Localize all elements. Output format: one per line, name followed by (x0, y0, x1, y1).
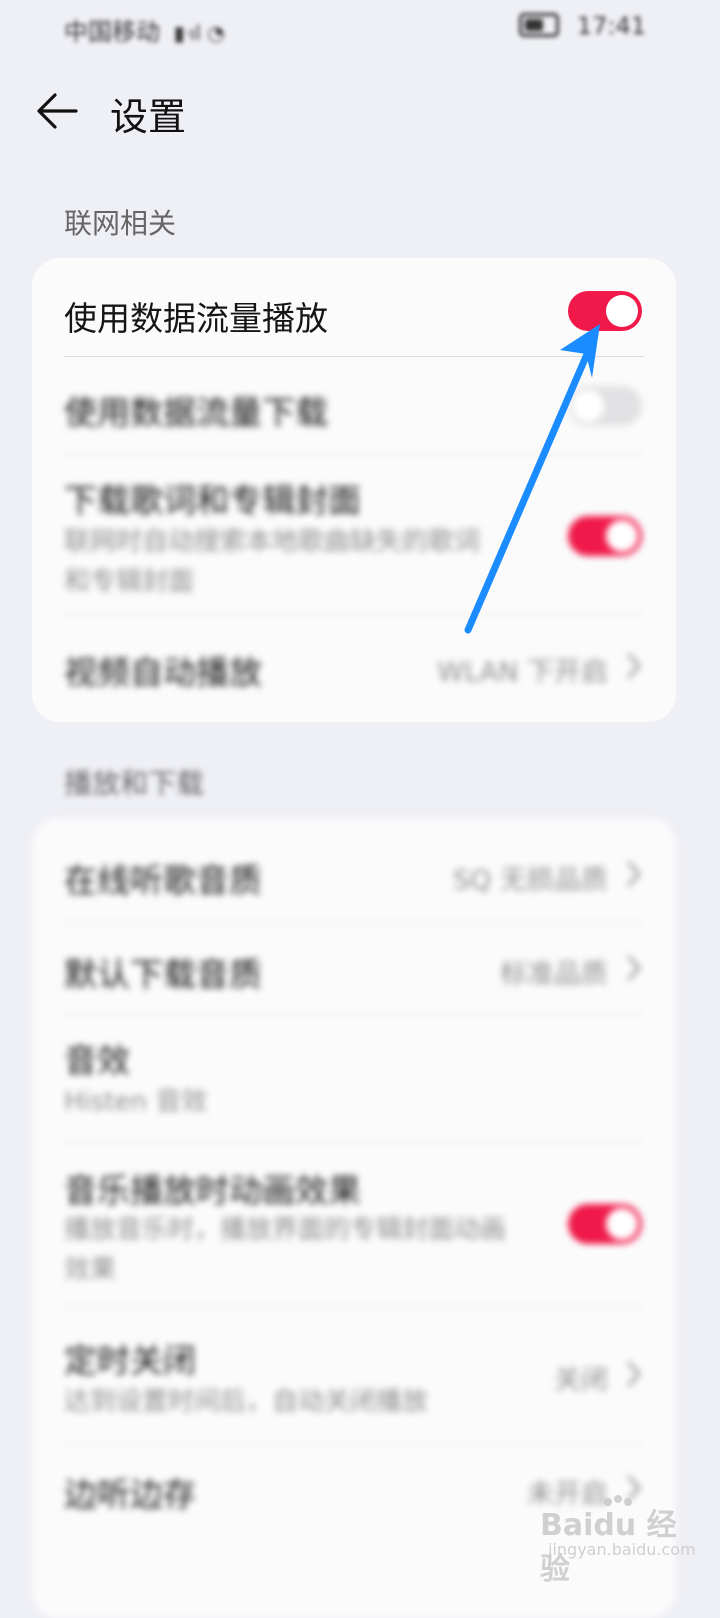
setting-label: 视频自动播放 (64, 653, 262, 692)
status-bar: 中国移动 ▮ᐧıl ◔ 17:41 (0, 0, 720, 52)
setting-value: 关闭 (554, 1365, 608, 1396)
divider (64, 1014, 644, 1015)
lyrics-cover-toggle[interactable] (568, 516, 642, 556)
toggle-knob (572, 390, 604, 422)
divider (64, 356, 644, 357)
setting-label: 下载歌词和专辑封面 (64, 481, 361, 520)
header: 设置 (0, 72, 720, 152)
carrier-name: 中国移动 (64, 18, 160, 46)
section-title-playback: 播放和下载 (64, 767, 205, 800)
setting-label: 默认下载音质 (64, 955, 262, 994)
back-button[interactable] (34, 88, 80, 134)
setting-value: SQ 无损品质 (453, 865, 608, 896)
status-time: 17:41 (576, 12, 646, 40)
divider (64, 922, 644, 923)
data-download-toggle[interactable] (568, 386, 642, 426)
setting-row-video-autoplay[interactable]: 视频自动播放 WLAN 下开启 (64, 638, 644, 698)
setting-value: WLAN 下开启 (437, 657, 608, 688)
play-animation-toggle[interactable] (568, 1204, 642, 1244)
setting-row-data-play[interactable]: 使用数据流量播放 (64, 288, 644, 348)
baidu-paw-icon (604, 1495, 632, 1506)
status-carrier: 中国移动 ▮ᐧıl ◔ (64, 12, 225, 47)
battery-icon (519, 13, 560, 37)
setting-subtitle: Histen 音效 (64, 1087, 208, 1117)
setting-row-online-quality[interactable]: 在线听歌音质 SQ 无损品质 (64, 848, 644, 908)
network-settings-card: 使用数据流量播放 使用数据流量下载 下载歌词和专辑封面 联网时自动搜索本地歌曲缺… (32, 258, 676, 722)
setting-row-lyrics-cover[interactable]: 下载歌词和专辑封面 联网时自动搜索本地歌曲缺失的歌词和专辑封面 (64, 470, 644, 610)
setting-label: 在线听歌音质 (64, 861, 262, 900)
divider (64, 1306, 644, 1307)
setting-label: 定时关闭 (64, 1341, 196, 1380)
toggle-knob (606, 1208, 638, 1240)
chevron-right-icon (627, 861, 642, 887)
baidu-watermark: Baidu 经验 jingyan.baidu.com (540, 1495, 700, 1587)
playback-settings-card: 在线听歌音质 SQ 无损品质 默认下载音质 标准品质 音效 Histen 音效 … (32, 818, 676, 1618)
setting-subtitle: 联网时自动搜索本地歌曲缺失的歌词和专辑封面 (64, 527, 481, 597)
divider (64, 1142, 644, 1143)
setting-value: 标准品质 (500, 959, 608, 990)
setting-label: 使用数据流量播放 (64, 299, 328, 338)
data-play-toggle[interactable] (568, 291, 642, 331)
divider (64, 1444, 644, 1445)
section-title-network: 联网相关 (64, 207, 177, 240)
setting-label: 音效 (64, 1041, 130, 1080)
signal-icon: ▮ᐧıl ◔ (173, 21, 225, 45)
status-right: 17:41 (519, 12, 646, 40)
chevron-right-icon (627, 955, 642, 981)
toggle-knob (606, 295, 638, 327)
chevron-right-icon (627, 653, 642, 679)
divider (64, 614, 644, 615)
setting-row-sleep-timer[interactable]: 定时关闭 达到设置时间后，自动关闭播放 关闭 (64, 1328, 644, 1428)
setting-row-sound-effect[interactable]: 音效 Histen 音效 (64, 1028, 644, 1128)
setting-row-data-download[interactable]: 使用数据流量下载 (64, 382, 644, 442)
back-arrow-icon (37, 93, 78, 129)
setting-subtitle: 播放音乐时，播放界面的专辑封面动画效果 (64, 1215, 507, 1285)
divider (64, 454, 644, 455)
toggle-knob (606, 520, 638, 552)
setting-label: 边听边存 (64, 1475, 196, 1514)
watermark-sub: jingyan.baidu.com (548, 1540, 696, 1559)
page-title: 设置 (110, 95, 187, 139)
setting-label: 使用数据流量下载 (64, 393, 328, 432)
setting-subtitle: 达到设置时间后，自动关闭播放 (64, 1387, 429, 1417)
setting-label: 音乐播放时动画效果 (64, 1171, 361, 1210)
setting-row-play-animation[interactable]: 音乐播放时动画效果 播放音乐时，播放界面的专辑封面动画效果 (64, 1158, 644, 1298)
chevron-right-icon (627, 1361, 642, 1387)
setting-row-download-quality[interactable]: 默认下载音质 标准品质 (64, 942, 644, 1002)
